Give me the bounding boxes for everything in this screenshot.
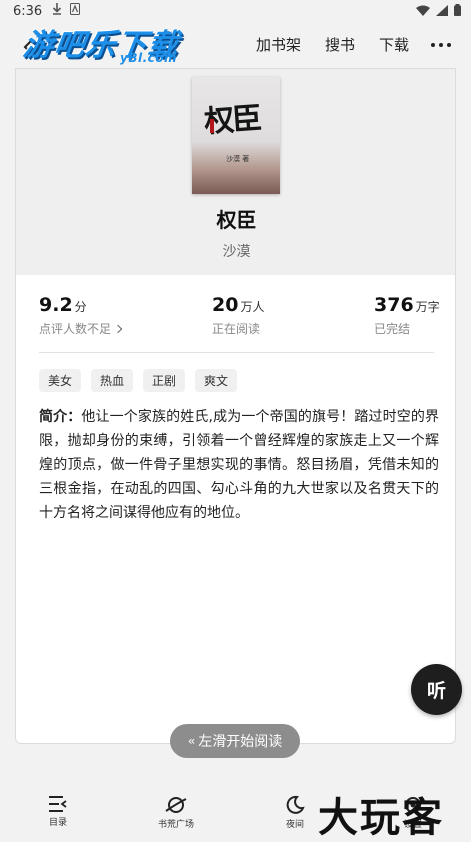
swipe-hint-label: 左滑开始阅读 <box>198 734 283 750</box>
logo-domain: yBl.com <box>120 51 178 65</box>
intro-text: 他让一个家族的姓氏,成为一个帝国的旗号！踏过时空的界限，抛却身份的束缚，引领着一… <box>39 409 440 521</box>
rating-label: 点评人数不足 <box>39 322 112 336</box>
swipe-to-read-hint[interactable]: ‹‹ 左滑开始阅读 <box>170 724 300 758</box>
intro-label: 简介： <box>39 409 82 425</box>
catalog-icon <box>49 796 67 812</box>
book-cover[interactable]: 权臣 沙漠 著 <box>192 77 280 194</box>
readers-label: 正在阅读 <box>212 322 261 336</box>
rating-unit: 分 <box>74 300 87 314</box>
status-time: 6:36 <box>13 4 43 19</box>
cover-section: 权臣 沙漠 著 权臣 沙漠 <box>16 69 455 275</box>
chevron-right-icon <box>113 324 123 333</box>
search-book-button[interactable]: 搜书 <box>325 34 355 55</box>
tag[interactable]: 美女 <box>39 369 82 392</box>
planet-icon <box>165 797 187 813</box>
tag[interactable]: 热血 <box>91 369 134 392</box>
cover-title: 权臣 <box>203 101 262 140</box>
status-notification-icons <box>52 3 80 15</box>
catalog-button[interactable]: 目录 <box>38 795 78 828</box>
book-title: 权臣 <box>216 208 257 232</box>
cover-author: 沙漠 著 <box>226 155 250 163</box>
tag[interactable]: 正剧 <box>143 369 186 392</box>
double-chevron-left-icon: ‹‹ <box>187 734 195 748</box>
readers-stat: 20 万人 正在阅读 <box>212 294 264 337</box>
rating-stat[interactable]: 9.2 分 点评人数不足 <box>39 294 123 337</box>
moon-icon <box>286 795 305 814</box>
battery-icon <box>454 4 461 16</box>
word-count-unit: 万字 <box>415 300 440 314</box>
site-logo: 游吧乐下载 yBl.com <box>20 20 190 70</box>
rating-value: 9.2 <box>39 294 73 316</box>
more-menu-icon[interactable] <box>431 42 451 47</box>
signal-icon <box>436 4 448 16</box>
download-notification-icon <box>52 3 62 15</box>
readers-unit: 万人 <box>240 300 265 314</box>
night-mode-button[interactable]: 夜间 <box>275 795 315 830</box>
book-square-label: 书荒广场 <box>157 820 194 830</box>
book-author[interactable]: 沙漠 <box>16 241 455 261</box>
catalog-label: 目录 <box>48 818 67 828</box>
top-bar: 游吧乐下载 yBl.com 加书架 搜书 下载 <box>0 20 471 72</box>
wifi-icon <box>416 5 430 16</box>
status-system-icons <box>416 4 461 16</box>
divider <box>39 352 434 353</box>
night-mode-label: 夜间 <box>285 820 304 830</box>
word-count-value: 376 <box>374 294 414 316</box>
add-to-bookshelf-button[interactable]: 加书架 <box>256 34 301 55</box>
book-introduction: 简介：他让一个家族的姓氏,成为一个帝国的旗号！踏过时空的界限，抛却身份的束缚，引… <box>39 405 439 525</box>
status-label: 已完结 <box>374 322 411 336</box>
watermark-text: 大玩客 <box>318 795 444 841</box>
listen-button[interactable]: 听 <box>411 664 462 715</box>
book-square-button[interactable]: 书荒广场 <box>152 795 200 830</box>
top-actions: 加书架 搜书 下载 <box>232 34 451 55</box>
readers-value: 20 <box>212 294 239 316</box>
download-button[interactable]: 下载 <box>379 34 409 55</box>
cover-accent-mark <box>210 119 214 133</box>
book-detail-card: 权臣 沙漠 著 权臣 沙漠 9.2 分 点评人数不足 20 万人 正在阅读 376 万… <box>15 68 456 744</box>
tag-list: 美女 热血 正剧 爽文 <box>39 369 238 392</box>
word-count-stat: 376 万字 已完结 <box>374 294 440 337</box>
app-notification-icon <box>70 3 80 15</box>
tag[interactable]: 爽文 <box>195 369 238 392</box>
